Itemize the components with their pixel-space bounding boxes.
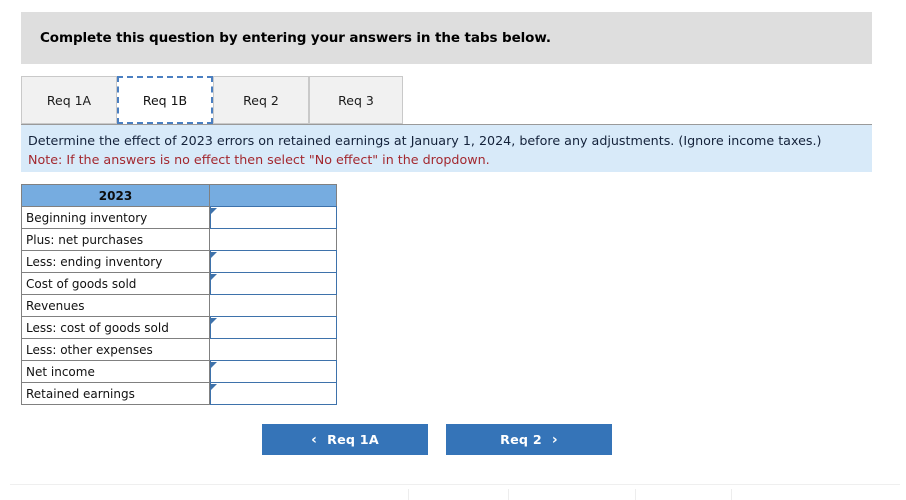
row-value-cell	[209, 250, 337, 273]
answer-dropdown-input[interactable]	[210, 382, 337, 405]
table-row: Cost of goods sold	[21, 272, 337, 295]
row-value-cell	[209, 360, 337, 383]
dropdown-marker-icon	[211, 274, 217, 280]
footer-divider	[10, 484, 900, 485]
row-value-cell	[209, 316, 337, 339]
table-row: Plus: net purchases	[21, 228, 337, 251]
dropdown-marker-icon	[211, 208, 217, 214]
prev-requirement-label: Req 1A	[327, 432, 379, 447]
answer-dropdown-input[interactable]	[210, 272, 337, 295]
table-header-row: 2023	[21, 184, 337, 207]
answer-dropdown-input[interactable]	[210, 360, 337, 383]
instruction-primary-text: Determine the effect of 2023 errors on r…	[28, 133, 822, 148]
row-value-cell	[209, 206, 337, 229]
tab-req-3[interactable]: Req 3	[309, 76, 403, 124]
dropdown-marker-icon	[211, 318, 217, 324]
next-requirement-label: Req 2	[500, 432, 542, 447]
row-value-cell	[209, 338, 337, 361]
tab-req-2[interactable]: Req 2	[213, 76, 309, 124]
column-header-amount	[209, 184, 337, 207]
row-value-cell	[209, 382, 337, 405]
table-row: Less: ending inventory	[21, 250, 337, 273]
footer-tick	[731, 489, 732, 500]
row-label: Beginning inventory	[21, 206, 210, 229]
dropdown-marker-icon	[211, 384, 217, 390]
footer-tick	[408, 489, 409, 500]
row-label: Less: ending inventory	[21, 250, 210, 273]
row-label: Plus: net purchases	[21, 228, 210, 251]
answer-dropdown-input[interactable]	[210, 316, 337, 339]
row-label: Net income	[21, 360, 210, 383]
tab-label: Req 3	[338, 92, 374, 108]
question-banner: Complete this question by entering your …	[21, 12, 872, 64]
answer-table: 2023 Beginning inventory Plus: net purcha…	[21, 184, 337, 405]
answer-input[interactable]	[210, 294, 337, 317]
chevron-right-icon: ›	[551, 431, 558, 448]
answer-table-head: 2023	[21, 184, 337, 207]
chevron-left-icon: ‹	[311, 431, 318, 448]
answer-dropdown-input[interactable]	[210, 250, 337, 273]
row-value-cell	[209, 272, 337, 295]
next-requirement-button[interactable]: Req 2 ›	[446, 424, 612, 455]
table-row: Beginning inventory	[21, 206, 337, 229]
row-label: Less: other expenses	[21, 338, 210, 361]
table-row: Net income	[21, 360, 337, 383]
tab-req-1b[interactable]: Req 1B	[117, 76, 213, 124]
row-value-cell	[209, 228, 337, 251]
table-row: Revenues	[21, 294, 337, 317]
table-row: Less: other expenses	[21, 338, 337, 361]
requirement-tabs: Req 1A Req 1B Req 2 Req 3	[21, 76, 872, 124]
row-label: Cost of goods sold	[21, 272, 210, 295]
row-label: Less: cost of goods sold	[21, 316, 210, 339]
tab-req-1a[interactable]: Req 1A	[21, 76, 117, 124]
column-header-year: 2023	[21, 184, 210, 207]
tab-label: Req 1B	[142, 92, 188, 108]
answer-dropdown-input[interactable]	[210, 206, 337, 229]
answer-input[interactable]	[210, 228, 337, 251]
instruction-note-text: Note: If the answers is no effect then s…	[28, 152, 490, 167]
row-value-cell	[209, 294, 337, 317]
row-label: Retained earnings	[21, 382, 210, 405]
footer-tick	[635, 489, 636, 500]
tab-label: Req 1A	[46, 92, 92, 108]
tab-label: Req 2	[243, 92, 279, 108]
footer-tick	[508, 489, 509, 500]
table-row: Retained earnings	[21, 382, 337, 405]
row-label: Revenues	[21, 294, 210, 317]
answer-input[interactable]	[210, 338, 337, 361]
dropdown-marker-icon	[211, 252, 217, 258]
dropdown-marker-icon	[211, 362, 217, 368]
answer-table-body: Beginning inventory Plus: net purchases Le…	[21, 206, 337, 405]
instruction-panel: Determine the effect of 2023 errors on r…	[21, 125, 872, 172]
table-row: Less: cost of goods sold	[21, 316, 337, 339]
prev-requirement-button[interactable]: ‹ Req 1A	[262, 424, 428, 455]
banner-instruction-text: Complete this question by entering your …	[40, 30, 551, 46]
